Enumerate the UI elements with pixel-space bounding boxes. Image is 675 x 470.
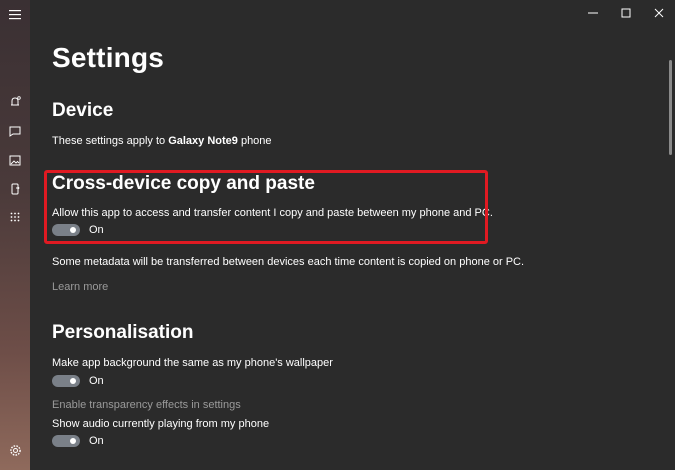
title-bar-controls — [576, 0, 675, 26]
scrollbar[interactable] — [669, 60, 672, 155]
wallpaper-toggle[interactable] — [52, 375, 80, 387]
metadata-note: Some metadata will be transferred betwee… — [52, 256, 525, 268]
page-title: Settings — [52, 42, 165, 73]
device-text-prefix: These settings apply to — [52, 135, 169, 147]
nav-rail — [0, 0, 30, 470]
audio-toggle[interactable] — [52, 435, 80, 447]
maximize-icon[interactable] — [609, 0, 642, 26]
wallpaper-toggle-label: On — [89, 375, 104, 387]
messages-icon[interactable] — [0, 120, 30, 142]
toggle-knob — [70, 438, 76, 444]
menu-icon[interactable] — [0, 4, 30, 26]
phone-screen-icon[interactable] — [0, 178, 30, 200]
audio-toggle-label: On — [89, 435, 104, 447]
notifications-icon[interactable] — [0, 91, 30, 113]
audio-toggle-row: On — [52, 435, 104, 447]
toggle-knob — [70, 378, 76, 384]
learn-more-link[interactable]: Learn more — [52, 281, 108, 293]
transparency-link[interactable]: Enable transparency effects in settings — [52, 399, 241, 411]
personalisation-heading: Personalisation — [52, 322, 194, 343]
photos-icon[interactable] — [0, 149, 30, 171]
device-text-suffix: phone — [237, 135, 272, 147]
close-icon[interactable] — [642, 0, 675, 26]
apps-icon[interactable] — [0, 206, 30, 228]
device-heading: Device — [52, 100, 114, 121]
highlight-box — [44, 170, 488, 244]
settings-icon[interactable] — [0, 439, 30, 461]
device-description: These settings apply to Galaxy Note9 pho… — [52, 135, 272, 147]
minimize-icon[interactable] — [576, 0, 609, 26]
your-phone-window: Settings Device These settings apply to … — [0, 0, 675, 470]
wallpaper-label: Make app background the same as my phone… — [52, 357, 333, 369]
device-name: Galaxy Note9 — [168, 135, 238, 147]
audio-label: Show audio currently playing from my pho… — [52, 418, 270, 430]
wallpaper-toggle-row: On — [52, 375, 104, 387]
